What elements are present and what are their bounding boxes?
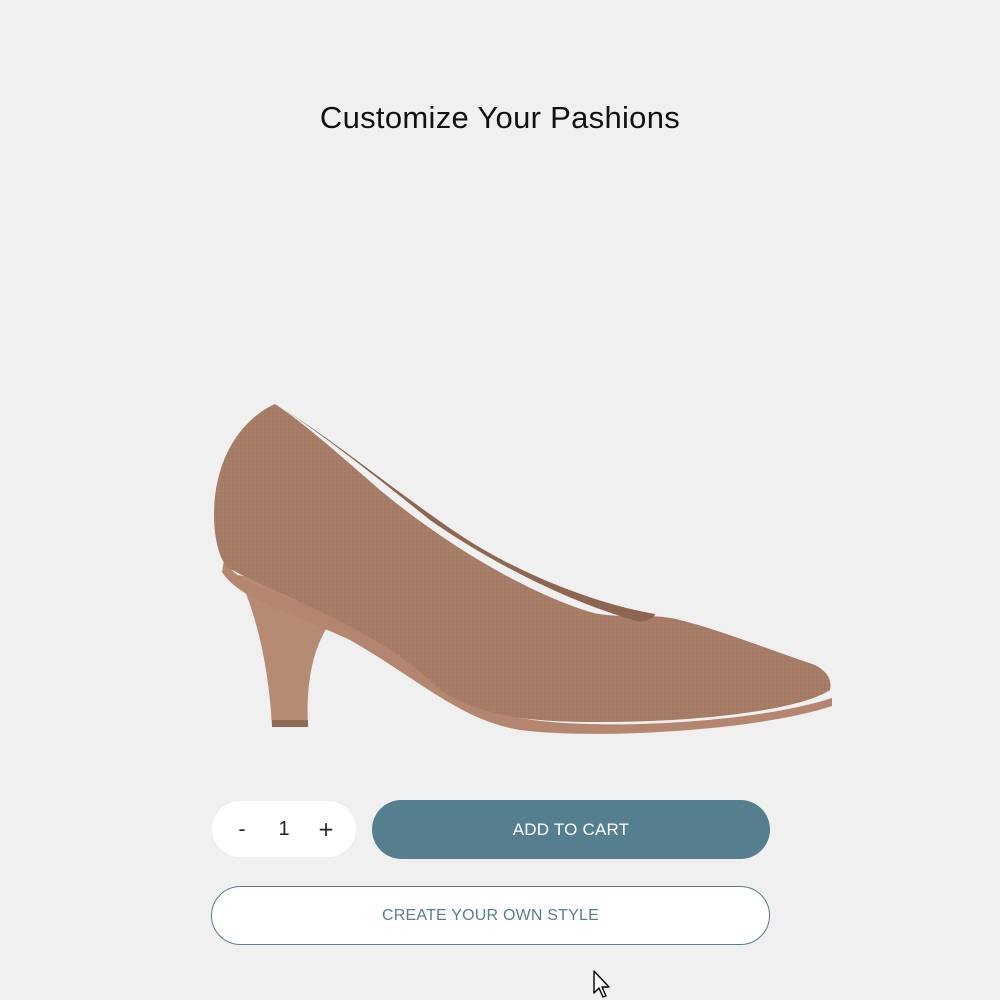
add-to-cart-button[interactable]: ADD TO CART	[372, 800, 770, 859]
product-page: Customize Your Pashions - 1 + ADD TO CAR…	[0, 0, 1000, 1000]
decrement-button[interactable]: -	[224, 809, 260, 849]
page-title: Customize Your Pashions	[319, 100, 681, 135]
create-own-style-button[interactable]: CREATE YOUR OWN STYLE	[211, 886, 770, 945]
quantity-stepper: - 1 +	[212, 801, 356, 857]
increment-button[interactable]: +	[308, 809, 344, 849]
mouse-pointer-icon	[593, 970, 610, 998]
quantity-value[interactable]: 1	[264, 818, 304, 841]
product-image	[214, 404, 832, 734]
